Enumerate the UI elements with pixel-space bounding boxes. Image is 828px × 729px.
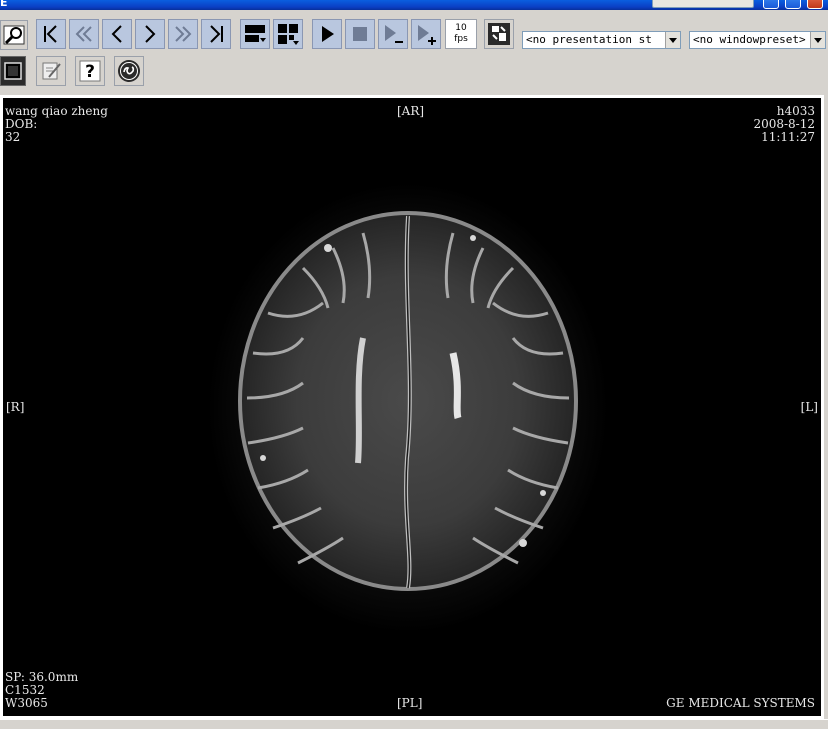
close-button[interactable] (807, 0, 823, 9)
fast-rewind-button[interactable] (69, 19, 99, 49)
ge-logo-button[interactable] (114, 56, 144, 86)
minimize-button[interactable] (763, 0, 779, 9)
window-preset-select[interactable]: <no windowpreset> (689, 31, 826, 49)
help-button[interactable]: ? (75, 56, 105, 86)
viewer-border (824, 95, 828, 719)
manufacturer-label: GE MEDICAL SYSTEMS (666, 696, 815, 710)
presentation-state-value: <no presentation st (526, 33, 652, 46)
patient-age: 32 (5, 130, 21, 144)
stop-button[interactable] (345, 19, 375, 49)
next-frame-icon (145, 25, 156, 43)
fps-unit: fps (454, 34, 468, 44)
window-preset-value: <no windowpreset> (693, 33, 806, 46)
ge-logo-icon (118, 60, 140, 82)
presentation-state-select[interactable]: <no presentation st (522, 31, 681, 49)
faster-button[interactable] (411, 19, 441, 49)
maximize-button[interactable] (785, 0, 801, 9)
title-bar: E (0, 0, 828, 10)
annotate-icon (42, 62, 61, 80)
stop-icon (353, 27, 367, 41)
last-frame-icon (210, 25, 223, 43)
faster-icon (418, 25, 436, 45)
first-frame-icon (44, 25, 57, 43)
layout-grid-icon (278, 24, 299, 45)
layout-single-button[interactable] (240, 19, 270, 49)
orientation-left: [R] (6, 400, 25, 414)
slower-button[interactable] (378, 19, 408, 49)
settings-button[interactable] (484, 19, 514, 49)
chevron-down-icon (810, 32, 825, 48)
next-frame-button[interactable] (135, 19, 165, 49)
first-frame-button[interactable] (36, 19, 66, 49)
window-width: W3065 (5, 696, 48, 710)
layout-grid-button[interactable] (273, 19, 303, 49)
orientation-top: [AR] (397, 104, 425, 118)
last-frame-button[interactable] (201, 19, 231, 49)
chevron-down-icon (665, 32, 680, 48)
image-viewport[interactable]: wang qiao zheng DOB: 32 [AR] [R] [L] [PL… (0, 95, 824, 719)
svg-text:?: ? (85, 62, 95, 82)
fullscreen-button[interactable] (0, 56, 26, 86)
previous-frame-button[interactable] (102, 19, 132, 49)
previous-frame-icon (111, 25, 122, 43)
help-icon: ? (79, 60, 101, 82)
play-icon (322, 26, 334, 42)
zoom-button[interactable] (0, 20, 28, 50)
settings-icon (488, 23, 510, 45)
fps-display[interactable]: 10 fps (445, 19, 477, 49)
window-title: E (0, 0, 8, 9)
orientation-bottom: [PL] (397, 696, 423, 710)
fullscreen-icon (4, 62, 22, 80)
fast-rewind-icon (75, 26, 92, 42)
annotate-button[interactable] (36, 56, 66, 86)
slower-icon (385, 25, 403, 43)
language-bar[interactable] (652, 0, 754, 8)
fast-forward-button[interactable] (168, 19, 198, 49)
zoom-icon (3, 25, 25, 45)
fast-forward-icon (175, 26, 192, 42)
orientation-right: [L] (800, 400, 818, 414)
play-button[interactable] (312, 19, 342, 49)
study-time: 11:11:27 (761, 130, 815, 144)
mri-brain-image (208, 183, 608, 633)
layout-single-icon (245, 25, 266, 42)
fps-value: 10 (455, 23, 467, 33)
